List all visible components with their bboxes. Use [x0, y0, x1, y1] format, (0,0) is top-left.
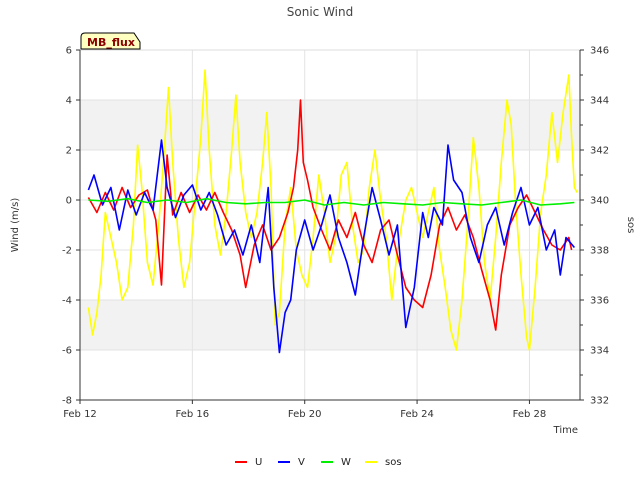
right-tick-label: 332: [590, 396, 609, 407]
badge-label: MB_flux: [87, 36, 135, 49]
left-tick-label: -4: [62, 296, 72, 307]
right-tick-label: 338: [590, 246, 609, 257]
bottom-axis: Feb 12 Feb 16 Feb 20 Feb 24 Feb 28: [63, 399, 580, 420]
sonic-wind-chart: Sonic Wind -8-6-4-20246 3323343363383403…: [10, 5, 636, 468]
right-tick-label: 344: [590, 96, 609, 107]
left-tick-label: 6: [66, 46, 72, 57]
legend-label-w: W: [341, 457, 351, 468]
legend-label-u: U: [255, 457, 262, 468]
right-tick-label: 346: [590, 46, 609, 57]
left-tick-label: -6: [62, 346, 72, 357]
legend-label-sos: sos: [385, 457, 402, 468]
legend: U V Wsos: [235, 457, 402, 468]
plot-area: [79, 49, 581, 401]
bottom-tick-label: Feb 28: [513, 409, 547, 420]
left-tick-label: -8: [62, 396, 72, 407]
right-tick-label: 336: [590, 296, 609, 307]
y-axis-title-left: Wind (m/s): [10, 198, 21, 253]
left-tick-label: 0: [66, 196, 72, 207]
left-tick-label: 4: [66, 96, 72, 107]
bottom-tick-label: Feb 20: [288, 409, 322, 420]
right-tick-label: 340: [590, 196, 609, 207]
bottom-tick-label: Feb 16: [176, 409, 210, 420]
left-tick-label: 2: [66, 146, 72, 157]
chart-title: Sonic Wind: [287, 5, 353, 19]
x-axis-title: Time: [553, 425, 578, 436]
y-axis-title-right: sos: [625, 217, 636, 234]
right-tick-label: 342: [590, 146, 609, 157]
site-badge: MB_flux: [80, 32, 141, 50]
right-axis: 332 334 336 338 340 342 344 346: [579, 46, 609, 407]
legend-label-v: V: [298, 457, 305, 468]
bottom-tick-label: Feb 24: [400, 409, 434, 420]
bottom-tick-label: Feb 12: [63, 409, 97, 420]
right-tick-label: 334: [590, 346, 609, 357]
left-axis: -8 -6 -4 -2 0 2 4 6: [62, 46, 81, 407]
left-tick-label: -2: [62, 246, 72, 257]
shaded-band: [80, 300, 580, 350]
